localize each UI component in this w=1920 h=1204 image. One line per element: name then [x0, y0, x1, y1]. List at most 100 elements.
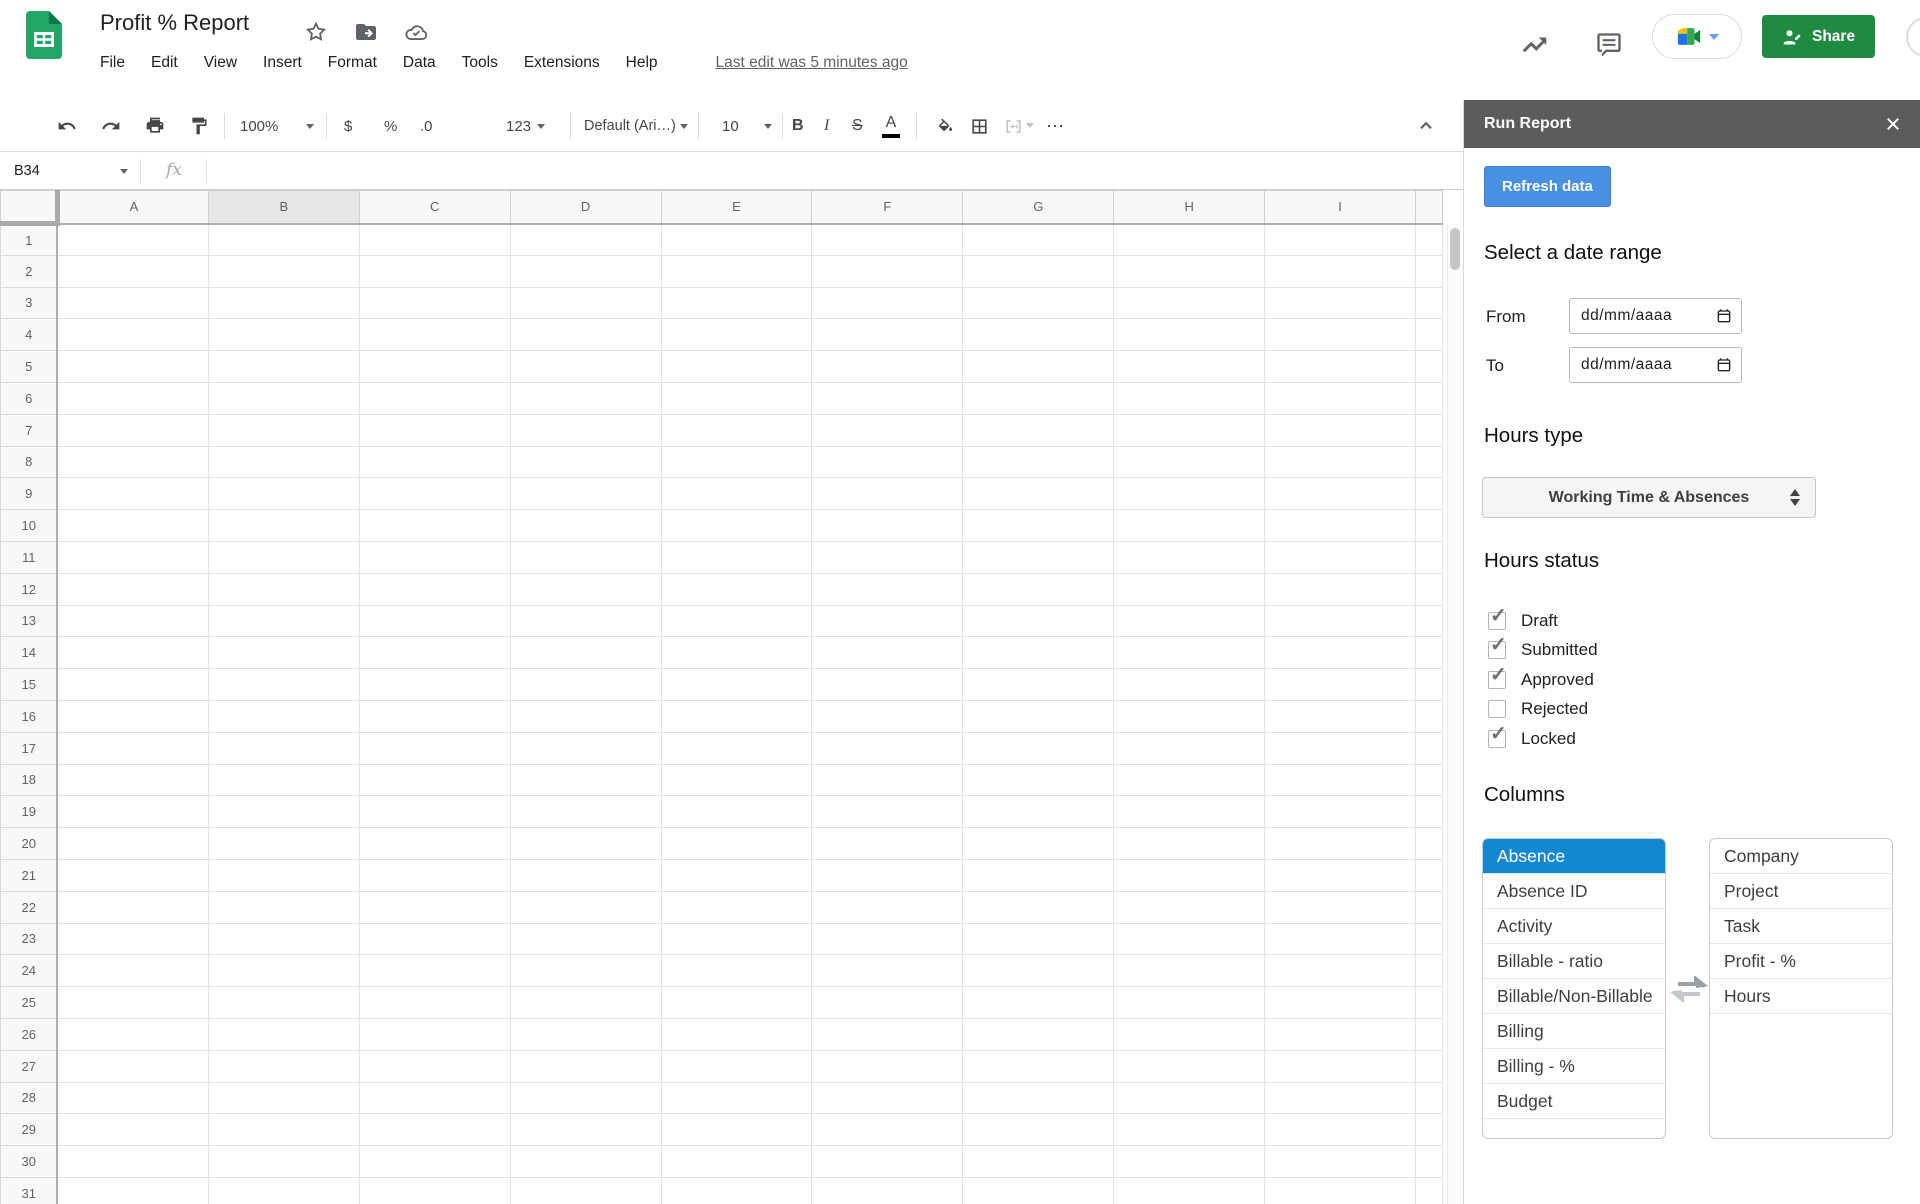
cell[interactable] — [1415, 573, 1442, 605]
cell[interactable] — [510, 891, 661, 923]
cell[interactable] — [359, 1114, 510, 1146]
cell[interactable] — [510, 700, 661, 732]
font-size-control[interactable]: 10 — [714, 109, 772, 143]
cell[interactable] — [963, 255, 1114, 287]
cell[interactable] — [812, 224, 963, 256]
cell[interactable] — [1415, 1177, 1442, 1204]
move-to-folder-icon[interactable] — [352, 18, 380, 46]
cell[interactable] — [963, 828, 1114, 860]
cell[interactable] — [57, 1146, 208, 1178]
cell[interactable] — [510, 319, 661, 351]
cell[interactable] — [963, 605, 1114, 637]
cell[interactable] — [57, 351, 208, 383]
cell[interactable] — [208, 255, 359, 287]
cell[interactable] — [661, 669, 812, 701]
cell[interactable] — [661, 764, 812, 796]
avatar[interactable] — [1906, 17, 1920, 57]
cell[interactable] — [1415, 446, 1442, 478]
cell[interactable] — [661, 1018, 812, 1050]
cell[interactable] — [57, 891, 208, 923]
cell[interactable] — [208, 605, 359, 637]
paint-format-button[interactable] — [182, 109, 216, 143]
cell[interactable] — [1265, 1082, 1416, 1114]
cell[interactable] — [1114, 224, 1265, 256]
cell[interactable] — [57, 637, 208, 669]
cell[interactable] — [963, 224, 1114, 256]
cell[interactable] — [359, 319, 510, 351]
menu-insert[interactable]: Insert — [263, 46, 302, 80]
cell[interactable] — [510, 1050, 661, 1082]
row-header-26[interactable]: 26 — [1, 1018, 58, 1050]
row-header-14[interactable]: 14 — [1, 637, 58, 669]
swap-columns-icon[interactable] — [1670, 976, 1708, 1002]
cell[interactable] — [812, 478, 963, 510]
cell[interactable] — [359, 1177, 510, 1204]
checkbox-approved-checked[interactable]: ✓ — [1488, 671, 1506, 689]
cell[interactable] — [208, 732, 359, 764]
cell[interactable] — [510, 1082, 661, 1114]
cell[interactable] — [57, 287, 208, 319]
cell[interactable] — [1265, 859, 1416, 891]
cell[interactable] — [359, 1018, 510, 1050]
cell[interactable] — [1114, 796, 1265, 828]
cell[interactable] — [510, 446, 661, 478]
cell[interactable] — [57, 732, 208, 764]
calendar-icon[interactable] — [1716, 357, 1732, 373]
checkbox-rejected-unchecked[interactable] — [1488, 700, 1506, 718]
cell[interactable] — [661, 796, 812, 828]
close-icon[interactable] — [1882, 113, 1904, 135]
cell[interactable] — [1265, 764, 1416, 796]
cell[interactable] — [1415, 605, 1442, 637]
hours-type-select[interactable]: Working Time & Absences — [1482, 477, 1816, 518]
column-option-budget[interactable]: Budget — [1483, 1084, 1665, 1119]
row-header-10[interactable]: 10 — [1, 510, 58, 542]
column-header-h[interactable]: H — [1114, 191, 1265, 224]
cell[interactable] — [208, 1018, 359, 1050]
cell[interactable] — [1415, 1018, 1442, 1050]
column-header-d[interactable]: D — [510, 191, 661, 224]
cell[interactable] — [812, 1177, 963, 1204]
cell[interactable] — [1114, 669, 1265, 701]
column-option-billable-non-billable[interactable]: Billable/Non-Billable — [1483, 979, 1665, 1014]
row-header-8[interactable]: 8 — [1, 446, 58, 478]
row-header-16[interactable]: 16 — [1, 700, 58, 732]
cell[interactable] — [208, 987, 359, 1019]
cell[interactable] — [812, 573, 963, 605]
cell[interactable] — [359, 287, 510, 319]
cell[interactable] — [1415, 700, 1442, 732]
cell[interactable] — [812, 987, 963, 1019]
cell[interactable] — [1114, 573, 1265, 605]
cell[interactable] — [812, 1114, 963, 1146]
cell[interactable] — [963, 987, 1114, 1019]
cell[interactable] — [57, 414, 208, 446]
cell[interactable] — [359, 859, 510, 891]
cell[interactable] — [359, 955, 510, 987]
cell[interactable] — [510, 573, 661, 605]
cell[interactable] — [1415, 955, 1442, 987]
cell[interactable] — [963, 319, 1114, 351]
number-format-button[interactable]: 123 — [506, 109, 545, 143]
cell[interactable] — [661, 987, 812, 1019]
format-percent-button[interactable]: % — [384, 109, 397, 143]
selected-column-hours[interactable]: Hours — [1710, 979, 1892, 1014]
cell[interactable] — [1114, 1146, 1265, 1178]
cell[interactable] — [1114, 255, 1265, 287]
trending-chart-icon[interactable] — [1514, 24, 1556, 66]
cell[interactable] — [208, 859, 359, 891]
cell[interactable] — [963, 859, 1114, 891]
name-box[interactable]: B34 — [14, 152, 40, 190]
share-button[interactable]: Share — [1762, 15, 1875, 58]
cell[interactable] — [812, 891, 963, 923]
cell[interactable] — [1415, 891, 1442, 923]
cell[interactable] — [661, 891, 812, 923]
cell[interactable] — [963, 1018, 1114, 1050]
cell[interactable] — [661, 478, 812, 510]
cell[interactable] — [1114, 319, 1265, 351]
cell[interactable] — [661, 255, 812, 287]
column-option-billable-ratio[interactable]: Billable - ratio — [1483, 944, 1665, 979]
refresh-data-button[interactable]: Refresh data — [1484, 166, 1611, 207]
cell[interactable] — [510, 510, 661, 542]
column-header-g[interactable]: G — [963, 191, 1114, 224]
cell[interactable] — [963, 1082, 1114, 1114]
cell[interactable] — [1415, 732, 1442, 764]
